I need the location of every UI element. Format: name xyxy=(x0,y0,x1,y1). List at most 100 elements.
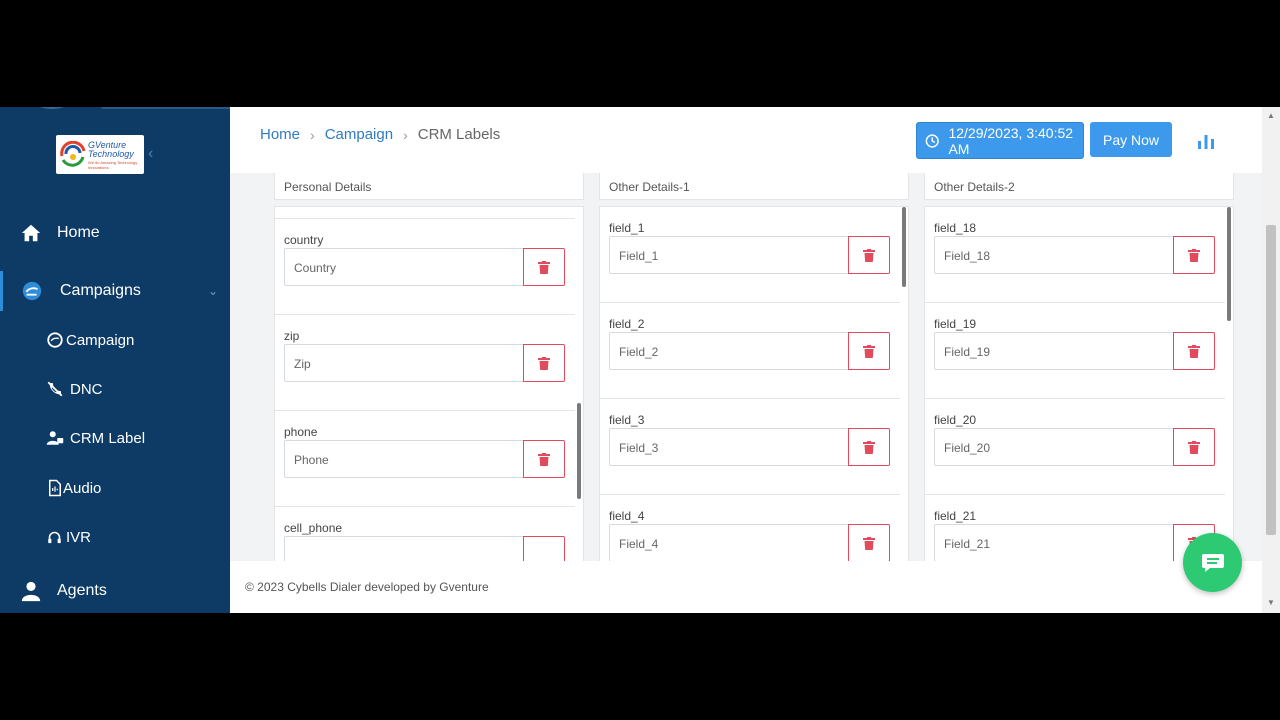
sidebar-item-label: CRM Label xyxy=(70,429,146,447)
trash-icon xyxy=(1188,248,1200,262)
delete-button[interactable] xyxy=(848,428,890,466)
field-input[interactable]: Field_3 xyxy=(609,428,849,466)
top-header: Home › Campaign › CRM Labels 12/29/2023,… xyxy=(230,107,1262,173)
field-input[interactable]: Field_18 xyxy=(934,236,1174,274)
field-input[interactable]: Zip xyxy=(284,344,524,382)
home-icon xyxy=(21,224,41,242)
headphones-icon xyxy=(48,531,61,543)
column-title: Other Details-1 xyxy=(599,173,909,200)
sidebar-item-label: IVR xyxy=(66,528,92,546)
user-icon xyxy=(21,581,41,602)
phone-slash-icon xyxy=(47,381,63,397)
sidebar-item-label: Audio xyxy=(63,479,102,497)
column-body: country Country zip Zip phone Phone cell… xyxy=(274,206,584,561)
chevron-down-icon: ⌄ xyxy=(208,284,219,298)
chat-bubble-icon xyxy=(1201,553,1224,572)
field-input[interactable]: Field_1 xyxy=(609,236,849,274)
sidebar-item-dnc[interactable]: DNC xyxy=(0,372,230,406)
bar-chart-icon[interactable] xyxy=(1196,131,1216,151)
audio-file-icon xyxy=(49,479,61,497)
column-title: Personal Details xyxy=(274,173,584,200)
field-name: field_20 xyxy=(934,413,977,427)
scrollbar-thumb[interactable] xyxy=(1266,225,1276,535)
column-scrollbar[interactable] xyxy=(902,207,906,287)
field-block: field_3 Field_3 xyxy=(600,399,900,495)
logo[interactable]: GVenture Technology We do Amazing Techno… xyxy=(56,135,144,174)
trash-icon xyxy=(1188,344,1200,358)
field-block: field_1 Field_1 xyxy=(600,207,900,303)
field-name: zip xyxy=(284,329,300,343)
trash-icon xyxy=(863,440,875,454)
column-scrollbar[interactable] xyxy=(577,403,581,499)
nav-item-label: Campaigns xyxy=(60,282,141,299)
footer: © 2023 Cybells Dialer developed by Gvent… xyxy=(230,561,1262,613)
sidebar-top-decoration xyxy=(32,107,72,109)
delete-button[interactable] xyxy=(523,248,565,286)
field-input[interactable]: Field_21 xyxy=(934,524,1174,561)
chat-button[interactable] xyxy=(1183,533,1242,592)
field-input[interactable] xyxy=(284,536,524,561)
delete-button[interactable] xyxy=(523,344,565,382)
breadcrumb-home-link[interactable]: Home xyxy=(260,126,300,143)
sidebar-item-audio[interactable]: Audio xyxy=(0,471,230,505)
collapse-sidebar-icon[interactable]: ‹ xyxy=(148,145,153,163)
logo-tagline: We do Amazing Technology Innovations xyxy=(88,160,138,170)
trash-icon xyxy=(538,356,550,370)
delete-button[interactable] xyxy=(848,524,890,561)
delete-button[interactable] xyxy=(1173,428,1215,466)
delete-button[interactable] xyxy=(1173,236,1215,274)
nav-item-label: Home xyxy=(57,224,100,241)
nav-item-agents[interactable]: Agents xyxy=(0,571,230,611)
field-name: cell_phone xyxy=(284,521,343,535)
datetime-text: 12/29/2023, 3:40:52 AM xyxy=(948,124,1074,157)
sidebar-item-ivr[interactable]: IVR xyxy=(0,520,230,554)
sidebar-item-crm-label[interactable]: CRM Label xyxy=(0,421,230,455)
field-input[interactable]: Country xyxy=(284,248,524,286)
nav-item-home[interactable]: Home xyxy=(0,213,230,253)
sidebar-item-campaign[interactable]: Campaign xyxy=(0,323,230,357)
field-name: field_2 xyxy=(609,317,645,331)
field-input[interactable]: Field_4 xyxy=(609,524,849,561)
nav-item-campaigns[interactable]: Campaigns ⌄ xyxy=(0,271,230,311)
sidebar-item-label: Campaign xyxy=(66,331,135,349)
column-scrollbar[interactable] xyxy=(1227,207,1231,321)
breadcrumb-current: CRM Labels xyxy=(417,126,501,143)
field-block: country Country xyxy=(275,219,575,315)
chevron-right-icon: › xyxy=(310,126,315,143)
pay-now-button[interactable]: Pay Now xyxy=(1090,122,1172,157)
breadcrumb-campaign-link[interactable]: Campaign xyxy=(325,126,393,143)
field-input[interactable]: Field_19 xyxy=(934,332,1174,370)
field-input[interactable]: Field_20 xyxy=(934,428,1174,466)
column-title: Other Details-2 xyxy=(924,173,1234,200)
field-name: field_1 xyxy=(609,221,645,235)
page-scrollbar[interactable]: ▲ ▼ xyxy=(1262,107,1280,613)
field-block: phone Phone xyxy=(275,411,575,507)
delete-button[interactable] xyxy=(1173,332,1215,370)
scroll-down-icon[interactable]: ▼ xyxy=(1267,598,1275,607)
field-name: field_3 xyxy=(609,413,645,427)
delete-button[interactable] xyxy=(848,236,890,274)
delete-button[interactable] xyxy=(523,440,565,478)
column-body: field_1 Field_1 field_2 Field_2 field_3 … xyxy=(599,206,909,561)
sidebar: GVenture Technology We do Amazing Techno… xyxy=(0,107,230,613)
logo-text-line2: Technology xyxy=(88,149,134,159)
field-input[interactable]: Phone xyxy=(284,440,524,478)
nav-item-label: Agents xyxy=(57,582,107,599)
field-input[interactable]: Field_2 xyxy=(609,332,849,370)
field-name: field_18 xyxy=(934,221,977,235)
delete-button[interactable] xyxy=(523,536,565,561)
field-name: phone xyxy=(284,425,318,439)
field-name: field_4 xyxy=(609,509,645,523)
datetime-button[interactable]: 12/29/2023, 3:40:52 AM xyxy=(916,122,1084,159)
field-block: field_2 Field_2 xyxy=(600,303,900,399)
scroll-up-icon[interactable]: ▲ xyxy=(1267,111,1275,120)
clock-icon xyxy=(925,133,939,148)
delete-button[interactable] xyxy=(848,332,890,370)
column-other-details-2: Other Details-2 field_18 Field_18 field_… xyxy=(924,173,1234,561)
campaigns-icon xyxy=(22,281,42,301)
field-block: field_4 Field_4 xyxy=(600,495,900,561)
field-block: field_18 Field_18 xyxy=(925,207,1225,303)
logo-mark-icon xyxy=(60,141,86,167)
field-name: field_19 xyxy=(934,317,977,331)
field-block-partial xyxy=(275,207,575,219)
